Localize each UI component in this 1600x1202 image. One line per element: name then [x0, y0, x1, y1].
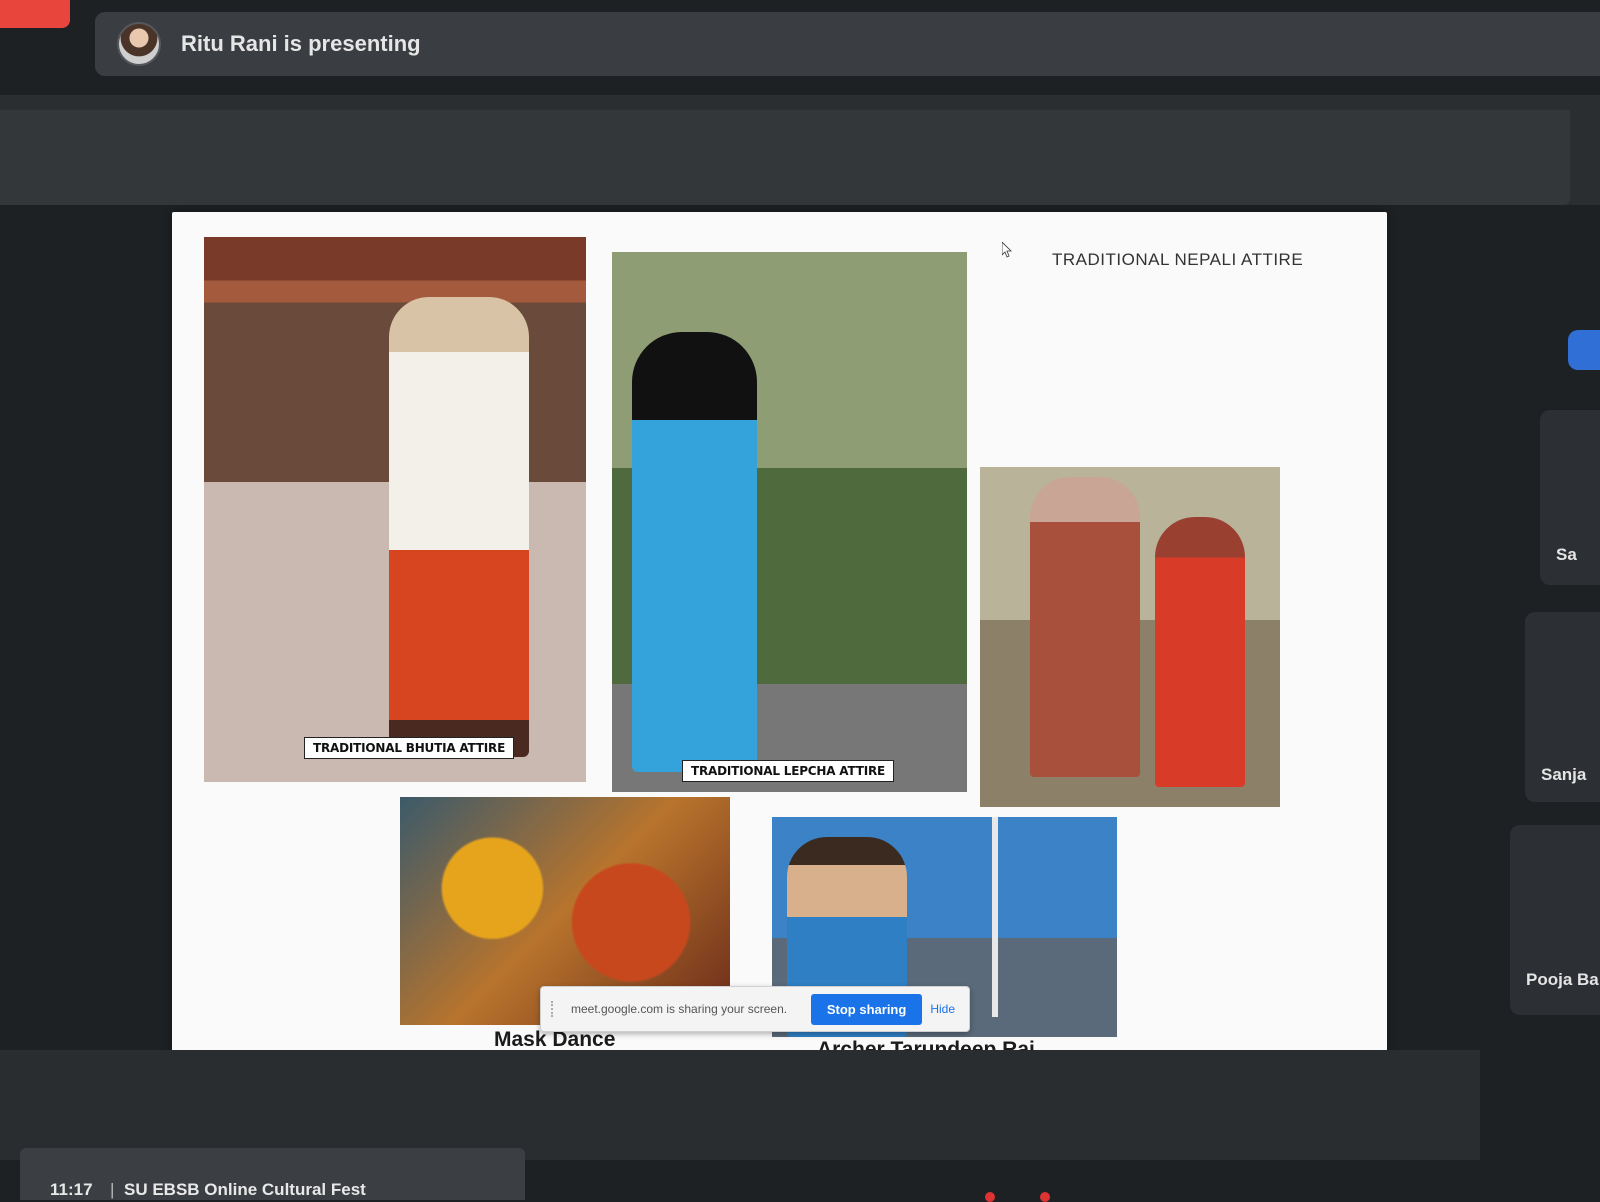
stage-top-panel: [0, 110, 1570, 205]
stop-sharing-button[interactable]: Stop sharing: [810, 993, 923, 1025]
participant-name: Sanja: [1541, 765, 1587, 784]
man-figure: [389, 297, 529, 757]
nepali-attire-photo: [980, 467, 1280, 807]
participant-name: Sa: [1556, 545, 1577, 564]
screen-share-notice: meet.google.com is sharing your screen. …: [540, 986, 970, 1032]
shared-slide: TRADITIONAL BHUTIA ATTIRE TRADITIONAL LE…: [172, 212, 1387, 1082]
presenting-banner: Ritu Rani is presenting: [95, 12, 1600, 76]
groom-figure: [1030, 477, 1140, 777]
presenting-label: Ritu Rani is presenting: [181, 31, 421, 56]
stage-bottom: [0, 1050, 1480, 1160]
presenter-avatar: [117, 22, 161, 66]
nepali-attire-title: TRADITIONAL NEPALI ATTIRE: [1052, 250, 1304, 269]
meeting-clock: 11:17: [50, 1180, 93, 1199]
woman-figure: [632, 332, 757, 772]
bhutia-attire-photo: TRADITIONAL BHUTIA ATTIRE: [204, 237, 586, 782]
man-figure: [762, 292, 932, 762]
participant-name: Pooja Ba: [1526, 970, 1599, 989]
bow: [992, 817, 998, 1017]
share-notice-text: meet.google.com is sharing your screen.: [571, 1002, 788, 1016]
lepcha-tag: TRADITIONAL LEPCHA ATTIRE: [682, 760, 895, 782]
drag-handle-icon[interactable]: [551, 1001, 559, 1017]
bhutia-tag: TRADITIONAL BHUTIA ATTIRE: [304, 737, 515, 759]
hide-button[interactable]: Hide: [930, 1002, 955, 1016]
participant-tile[interactable]: Sanja: [1525, 612, 1600, 802]
red-dot-icon: [985, 1192, 995, 1202]
recording-indicator: [0, 0, 70, 28]
participant-indicator: [1568, 330, 1600, 370]
mouse-cursor-icon: [1001, 241, 1012, 258]
red-dot-icon: [1040, 1192, 1050, 1202]
separator: |: [110, 1180, 115, 1199]
meeting-title: SU EBSB Online Cultural Fest: [124, 1180, 366, 1199]
bride-figure: [1155, 517, 1245, 787]
woman-figure: [264, 317, 394, 757]
participant-tile[interactable]: Sa: [1540, 410, 1600, 585]
participant-tile[interactable]: Pooja Ba: [1510, 825, 1600, 1015]
lepcha-attire-photo: TRADITIONAL LEPCHA ATTIRE: [612, 252, 967, 792]
